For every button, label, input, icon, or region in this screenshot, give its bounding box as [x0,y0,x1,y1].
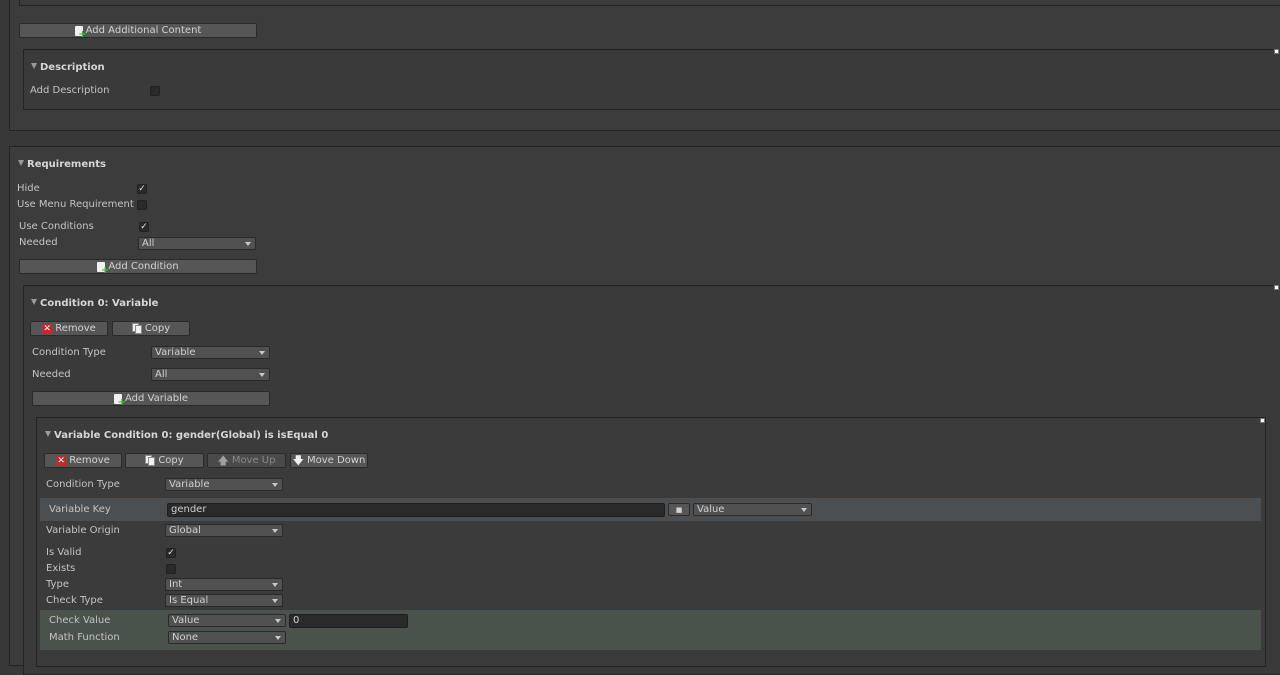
condition-type-dropdown[interactable]: Variable [151,346,270,359]
description-panel [23,49,1280,110]
check-value-label: Check Value [49,615,111,626]
chevron-down-icon [259,373,265,377]
add-file-icon [74,25,87,40]
hide-label: Hide [17,183,40,194]
hide-checkbox[interactable]: ✓ [137,184,147,194]
collapse-triangle-icon [45,431,51,437]
remove-icon: ✕ [42,323,53,334]
arrow-down-icon: 🡇 [292,453,304,467]
remove-condition-button[interactable]: ✕ Remove [30,321,108,336]
check-icon: ✓ [138,184,146,194]
add-condition-button[interactable]: Add Condition [19,259,257,276]
condition-needed-dropdown[interactable]: All [151,368,270,381]
chevron-down-icon [272,583,278,587]
condition-needed-label: Needed [32,369,71,380]
type-label: Type [46,579,69,590]
add-variable-button[interactable]: Add Variable [32,391,270,408]
collapse-triangle-icon [18,160,24,166]
variable-key-picker-button[interactable]: ■ [668,503,690,516]
check-icon: ✓ [167,548,175,558]
variable-origin-label: Variable Origin [46,525,120,536]
chevron-down-icon [245,242,251,246]
move-down-button[interactable]: 🡇 Move Down [290,453,368,468]
math-function-label: Math Function [49,632,120,643]
variable-condition-type-label: Condition Type [46,479,120,490]
collapse-triangle-icon [31,63,37,69]
copy-icon [145,455,156,466]
variable-origin-dropdown[interactable]: Global [165,524,283,537]
chevron-down-icon [275,619,281,623]
arrow-up-icon: 🡅 [217,453,229,467]
add-file-icon [97,261,109,276]
add-description-label: Add Description [30,85,110,96]
variable-key-label: Variable Key [49,504,111,515]
chevron-down-icon [801,508,807,512]
check-value-input[interactable]: 0 [289,614,408,628]
move-up-button[interactable]: 🡅 Move Up [207,453,286,468]
add-description-checkbox[interactable] [150,86,160,96]
copy-condition-button[interactable]: Copy [112,321,190,336]
chevron-down-icon [275,636,281,640]
copy-icon [131,323,142,334]
exists-checkbox[interactable] [166,564,176,574]
variable-condition-type-dropdown[interactable]: Variable [165,478,283,491]
check-icon: ✓ [140,222,148,232]
condition-type-label: Condition Type [32,347,106,358]
condition-0-header[interactable]: Condition 0: Variable [31,298,158,310]
check-type-label: Check Type [46,595,103,606]
use-menu-requirement-label: Use Menu Requirement [17,199,134,210]
chevron-down-icon [272,599,278,603]
type-dropdown[interactable]: Int [165,578,283,591]
requirements-header[interactable]: Requirements [18,159,106,171]
chevron-down-icon [272,529,278,533]
check-type-dropdown[interactable]: Is Equal [165,594,283,607]
square-icon: ■ [675,505,683,514]
chevron-down-icon [259,351,265,355]
remove-icon: ✕ [56,455,67,466]
math-function-dropdown[interactable]: None [168,631,286,644]
collapse-triangle-icon [31,299,37,305]
remove-variable-button[interactable]: ✕ Remove [44,453,122,468]
needed-dropdown[interactable]: All [138,237,256,250]
add-additional-content-button[interactable]: Add Additional Content [19,23,257,40]
check-value-mode-dropdown[interactable]: Value [168,614,286,627]
description-header[interactable]: Description [31,62,105,74]
add-file-icon [113,393,126,408]
needed-label: Needed [19,237,58,248]
resize-handle[interactable] [1260,418,1265,423]
is-valid-label: Is Valid [46,547,82,558]
resize-handle[interactable] [1274,285,1279,290]
exists-label: Exists [46,563,76,574]
variable-key-mode-dropdown[interactable]: Value [693,503,812,516]
copy-variable-button[interactable]: Copy [125,453,204,468]
resize-handle[interactable] [1274,49,1279,54]
use-conditions-label: Use Conditions [19,221,94,232]
use-conditions-checkbox[interactable]: ✓ [139,222,149,232]
use-menu-requirement-checkbox[interactable] [137,200,147,210]
variable-condition-0-header[interactable]: Variable Condition 0: gender(Global) is … [45,430,328,442]
variable-key-input[interactable]: gender [167,503,665,517]
top-subpanel [19,0,1280,6]
is-valid-checkbox[interactable]: ✓ [166,548,176,558]
chevron-down-icon [272,483,278,487]
